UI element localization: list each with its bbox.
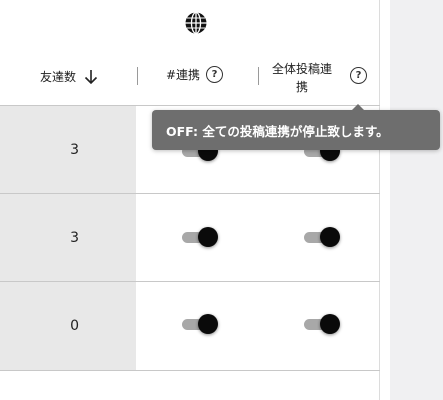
help-circle-icon[interactable]: ? — [206, 66, 224, 83]
all-posts-toggle[interactable] — [304, 313, 340, 335]
table-row: 0 — [0, 282, 380, 370]
tooltip-text: OFF: 全ての投稿連携が停止致します。 — [166, 123, 389, 139]
friends-count-cell: 3 — [0, 194, 136, 282]
header-divider — [137, 67, 138, 85]
toggle-knob — [198, 314, 218, 334]
all-posts-toggle[interactable] — [304, 226, 340, 248]
header-all-posts-line1: 全体投稿連 — [272, 62, 333, 76]
header-hashtag-label: #連携 — [166, 68, 201, 82]
friends-count-cell: 3 — [0, 106, 136, 194]
friends-count-cell: 0 — [0, 282, 136, 370]
hashtag-toggle[interactable] — [182, 226, 218, 248]
header-all-posts: 全体投稿連 携 — [272, 60, 332, 96]
help-circle-icon[interactable]: ? — [350, 67, 367, 84]
hashtag-toggle[interactable] — [182, 313, 218, 335]
globe-icon[interactable] — [184, 11, 208, 35]
tooltip: OFF: 全ての投稿連携が停止致します。 — [152, 104, 440, 150]
header-divider — [258, 67, 259, 85]
header-all-posts-line2: 携 — [296, 80, 309, 94]
toggle-knob — [198, 227, 218, 247]
toggle-knob — [320, 227, 340, 247]
header-friends-label: 友達数 — [40, 70, 77, 84]
arrow-down-icon[interactable] — [84, 69, 98, 85]
header-hashtag: #連携 ? — [166, 66, 224, 83]
row-divider — [0, 370, 380, 371]
scrollbar-track[interactable] — [390, 0, 443, 400]
header-friends[interactable]: 友達数 — [40, 68, 98, 85]
table-row: 3 — [0, 194, 380, 282]
toggle-knob — [320, 314, 340, 334]
